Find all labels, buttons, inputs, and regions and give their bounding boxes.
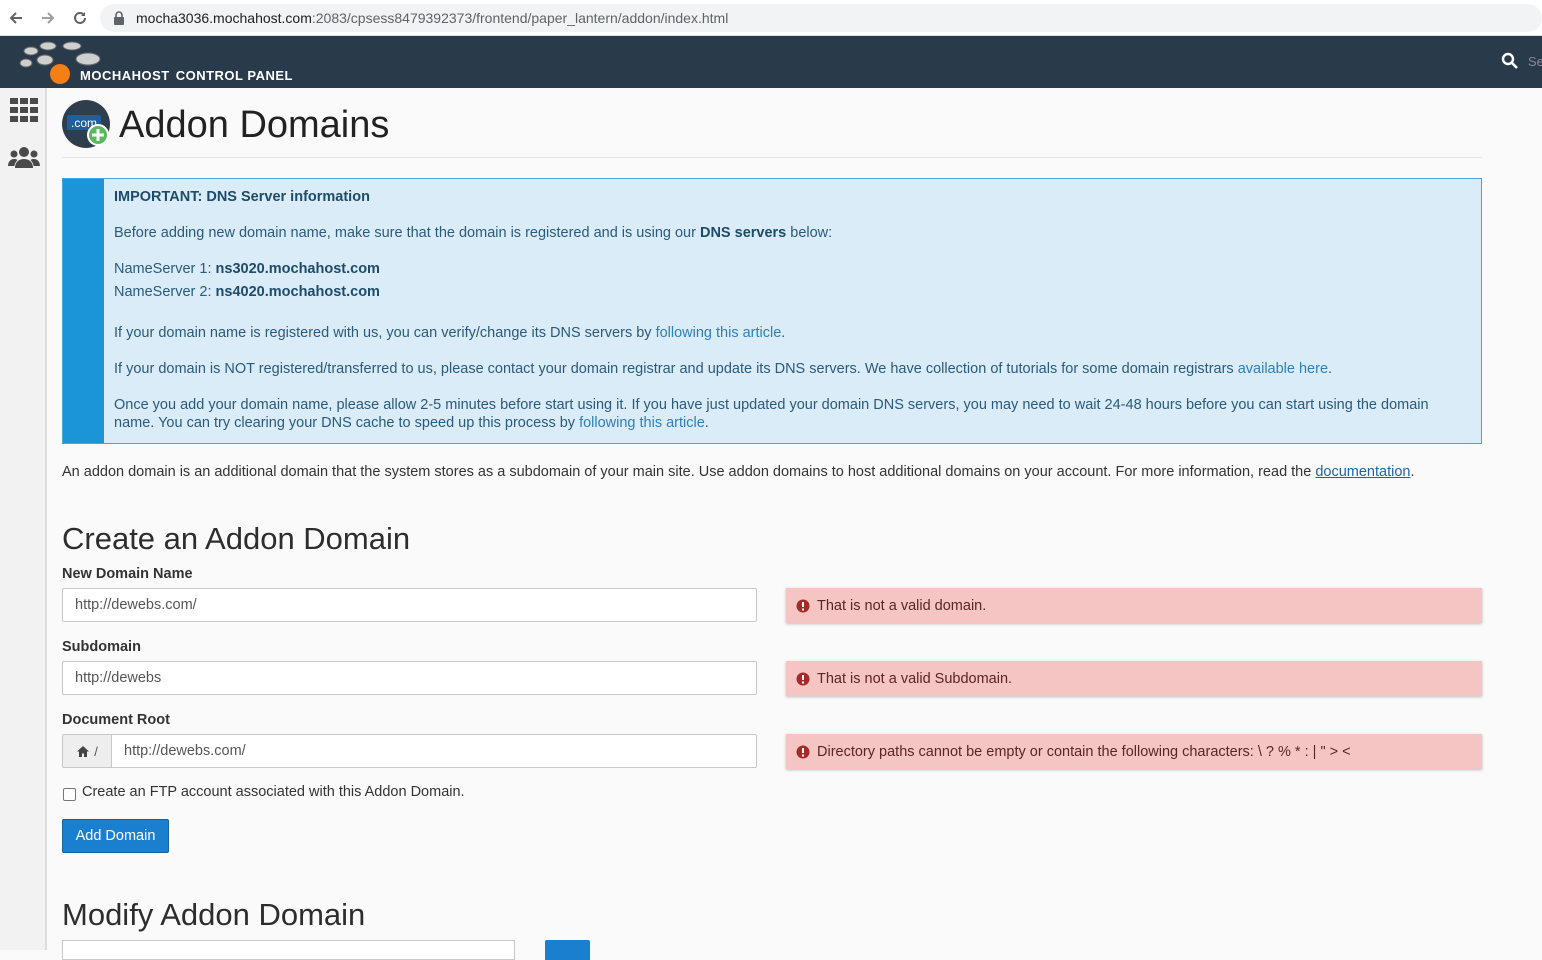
arrow-left-icon [9,11,22,24]
arrow-right-icon [42,11,55,24]
brand-name: MOCHAHOST [80,68,170,83]
search-icon[interactable] [1501,52,1519,70]
search-input[interactable]: Se [1528,54,1542,69]
domain-error-text: That is not a valid domain. [817,597,987,614]
domain-input[interactable]: http://dewebs.com/ [62,588,757,622]
dns-article-link[interactable]: following this article [656,325,782,341]
addon-description: An addon domain is an additional domain … [62,464,1415,480]
ftp-checkbox-label[interactable]: Create an FTP account associated with th… [82,784,465,800]
page-title: Addon Domains [119,104,390,146]
alert-intro: Before adding new domain name, make sure… [114,225,833,241]
control-panel-header: MOCHAHOST CONTROL PANEL Se [0,36,1542,88]
subdomain-label: Subdomain [62,639,141,655]
dns-info-alert: IMPORTANT: DNS Server information Before… [62,178,1482,444]
forward-button[interactable] [32,2,64,34]
add-domain-button[interactable]: Add Domain [62,819,169,853]
docroot-error-text: Directory paths cannot be empty or conta… [817,743,1351,760]
domain-error: That is not a valid domain. [786,588,1482,623]
create-section-heading: Create an Addon Domain [62,521,411,556]
modify-search-input[interactable] [62,940,515,960]
alert-accent-bar [63,179,104,443]
alert-not-registered-text: If your domain is NOT registered/transfe… [114,361,1333,377]
docroot-prefix: / [62,734,112,768]
left-sidebar [0,88,47,950]
subdomain-input[interactable]: http://dewebs [62,661,757,695]
reload-icon [74,11,86,24]
alert-heading: IMPORTANT: DNS Server information [114,189,370,205]
alert-registered-text: If your domain name is registered with u… [114,325,786,341]
url-path: :2083/cpsess8479392373/frontend/paper_la… [311,9,729,26]
domain-label: New Domain Name [62,566,193,582]
alert-wait-text-1: Once you add your domain name, please al… [114,397,1429,413]
addon-domain-icon: .com [62,100,110,148]
grid-icon[interactable] [8,94,40,126]
exclamation-circle-icon [796,672,810,685]
exclamation-circle-icon [796,599,810,612]
exclamation-circle-icon [796,745,810,758]
docroot-label: Document Root [62,712,170,728]
lock-icon [114,10,124,25]
docroot-input[interactable]: http://dewebs.com/ [111,734,757,768]
modify-section-heading: Modify Addon Domain [62,897,366,932]
subdomain-error: That is not a valid Subdomain. [786,661,1482,696]
browser-toolbar: mocha3036.mochahost.com:2083/cpsess84793… [0,0,1542,36]
dns-cache-article-link[interactable]: following this article [579,415,705,431]
docroot-error: Directory paths cannot be empty or conta… [786,734,1482,769]
brand-product: CONTROL PANEL [175,68,293,83]
registrar-tutorials-link[interactable]: available here [1238,361,1328,377]
subdomain-error-text: That is not a valid Subdomain. [817,670,1013,687]
reload-button[interactable] [64,2,96,34]
nameserver-1: NameServer 1: ns3020.mochahost.com [114,261,380,277]
users-icon[interactable] [8,142,40,174]
url-host: mocha3036.mochahost.com [136,9,312,26]
alert-wait-text-2: name. You can try clearing your DNS cach… [114,415,709,431]
home-icon [77,745,90,757]
address-bar[interactable]: mocha3036.mochahost.com:2083/cpsess84793… [100,3,1542,32]
brand-text: MOCHAHOST CONTROL PANEL [80,68,293,83]
modify-search-button[interactable] [545,940,590,960]
back-button[interactable] [0,2,32,34]
documentation-link[interactable]: documentation [1315,464,1410,480]
ftp-checkbox[interactable] [63,788,76,801]
nameserver-2: NameServer 2: ns4020.mochahost.com [114,284,380,300]
page-title-row: .com Addon Domains [62,100,1482,158]
